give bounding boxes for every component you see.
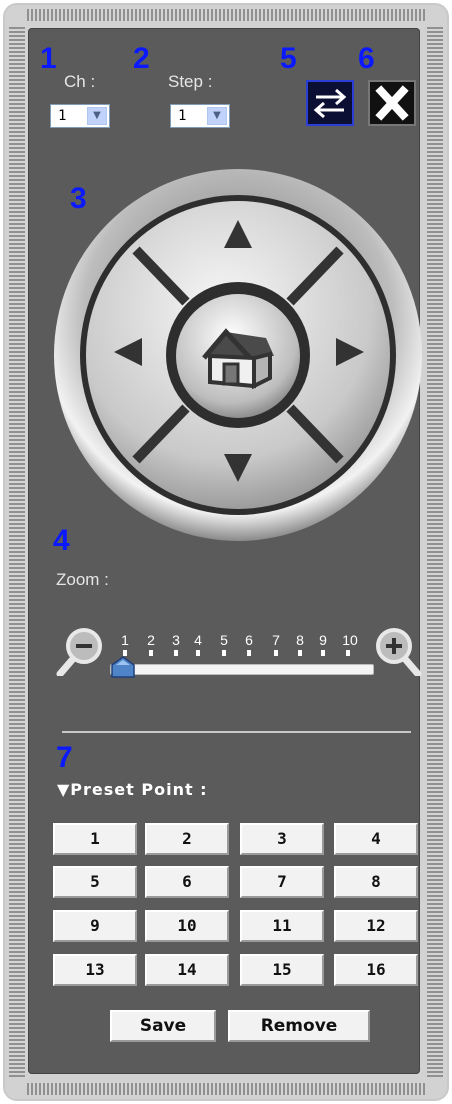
preset-button-7[interactable]: 7 bbox=[240, 866, 324, 898]
zoom-slider-thumb[interactable] bbox=[110, 656, 136, 678]
preset-button-4[interactable]: 4 bbox=[334, 823, 418, 855]
home-button[interactable] bbox=[174, 292, 302, 420]
preset-button-6[interactable]: 6 bbox=[145, 866, 229, 898]
frame-rail-right bbox=[427, 27, 443, 1077]
preset-button-9[interactable]: 9 bbox=[53, 910, 137, 942]
annotation-5: 5 bbox=[280, 42, 297, 75]
step-select[interactable]: 1 ▼ bbox=[170, 104, 230, 128]
zoom-tick[interactable]: 9 bbox=[312, 632, 334, 656]
zoom-tick[interactable]: 8 bbox=[289, 632, 311, 656]
close-button[interactable] bbox=[368, 80, 416, 126]
zoom-out-icon[interactable] bbox=[56, 624, 108, 676]
preset-button-16[interactable]: 16 bbox=[334, 954, 418, 986]
remove-button[interactable]: Remove bbox=[228, 1010, 370, 1042]
down-arrow-icon[interactable] bbox=[214, 444, 262, 492]
channel-select[interactable]: 1 ▼ bbox=[50, 104, 110, 128]
up-arrow-icon[interactable] bbox=[214, 210, 262, 258]
close-icon bbox=[375, 85, 409, 121]
preset-button-10[interactable]: 10 bbox=[145, 910, 229, 942]
preset-button-15[interactable]: 15 bbox=[240, 954, 324, 986]
preset-button-14[interactable]: 14 bbox=[145, 954, 229, 986]
swap-button[interactable] bbox=[306, 80, 354, 126]
chevron-down-icon[interactable]: ▼ bbox=[87, 107, 107, 125]
frame-rail-bottom bbox=[27, 1083, 425, 1095]
preset-button-11[interactable]: 11 bbox=[240, 910, 324, 942]
section-divider bbox=[62, 731, 411, 733]
frame-rail-left bbox=[9, 27, 25, 1077]
step-select-value: 1 bbox=[178, 108, 187, 124]
preset-button-13[interactable]: 13 bbox=[53, 954, 137, 986]
zoom-tick[interactable]: 7 bbox=[265, 632, 287, 656]
preset-button-5[interactable]: 5 bbox=[53, 866, 137, 898]
save-button[interactable]: Save bbox=[110, 1010, 216, 1042]
zoom-tick[interactable]: 1 bbox=[114, 632, 136, 656]
annotation-1: 1 bbox=[40, 42, 57, 75]
channel-select-value: 1 bbox=[58, 108, 67, 124]
preset-button-2[interactable]: 2 bbox=[145, 823, 229, 855]
channel-label: Ch : bbox=[64, 72, 96, 91]
right-arrow-icon[interactable] bbox=[326, 328, 374, 376]
preset-button-8[interactable]: 8 bbox=[334, 866, 418, 898]
zoom-tick[interactable]: 3 bbox=[165, 632, 187, 656]
zoom-tick[interactable]: 2 bbox=[140, 632, 162, 656]
left-arrow-icon[interactable] bbox=[104, 328, 152, 376]
zoom-tick[interactable]: 5 bbox=[213, 632, 235, 656]
frame-rail-top bbox=[27, 9, 425, 21]
annotation-2: 2 bbox=[133, 42, 150, 75]
zoom-label: Zoom : bbox=[56, 570, 109, 589]
preset-button-12[interactable]: 12 bbox=[334, 910, 418, 942]
zoom-tick[interactable]: 6 bbox=[238, 632, 260, 656]
preset-point-title[interactable]: ▼Preset Point : bbox=[57, 780, 208, 799]
chevron-down-icon[interactable]: ▼ bbox=[207, 107, 227, 125]
annotation-7: 7 bbox=[56, 741, 73, 774]
home-icon bbox=[176, 294, 300, 418]
zoom-tick[interactable]: 10 bbox=[337, 632, 363, 656]
zoom-slider-track[interactable] bbox=[110, 664, 374, 675]
preset-button-1[interactable]: 1 bbox=[53, 823, 137, 855]
swap-arrows-icon bbox=[313, 88, 347, 119]
annotation-6: 6 bbox=[358, 42, 375, 75]
zoom-in-icon[interactable] bbox=[370, 624, 422, 676]
zoom-tick[interactable]: 4 bbox=[187, 632, 209, 656]
step-label: Step : bbox=[168, 72, 213, 91]
preset-button-3[interactable]: 3 bbox=[240, 823, 324, 855]
